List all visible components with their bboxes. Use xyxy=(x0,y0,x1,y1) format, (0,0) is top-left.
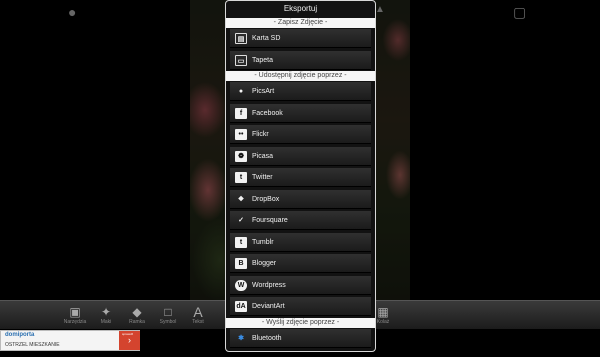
export-option-bluetooth[interactable]: ✱ Bluetooth xyxy=(230,328,371,348)
ad-text: OSTRZEL MIESZKANIE xyxy=(5,342,60,348)
section-share-header: - Udostępnij zdjęcie poprzez - xyxy=(226,71,375,81)
export-option-wallpaper[interactable]: ▭ Tapeta xyxy=(230,50,371,70)
ad-cta-caption: sprawdź xyxy=(122,332,134,336)
speech-bubble-icon: □ xyxy=(164,305,172,319)
export-option-foursquare[interactable]: ✓ Foursquare xyxy=(230,211,371,230)
export-icon[interactable]: ▢ xyxy=(513,4,529,20)
flickr-icon: •• xyxy=(235,129,247,140)
foursquare-icon: ✓ xyxy=(238,217,244,224)
crop-icon: ▣ xyxy=(69,305,81,319)
export-option-facebook[interactable]: f Facebook xyxy=(230,103,371,123)
ad-brand: domiporta xyxy=(5,332,35,338)
export-option-sd-card[interactable]: ▤ Karta SD xyxy=(230,29,371,48)
tool-ramka[interactable]: ◆ Ramka xyxy=(120,305,154,326)
tool-maki[interactable]: ✦ Maki xyxy=(89,305,123,326)
bluetooth-icon: ✱ xyxy=(238,334,244,342)
text-icon: A xyxy=(193,304,203,320)
section-save-header: - Zapisz Zdjęcie - xyxy=(226,18,375,28)
tool-narzedzia[interactable]: ▣ Narzędzia xyxy=(58,305,92,326)
export-option-picasa[interactable]: ❁ Picasa xyxy=(230,146,371,166)
picsart-logo-icon[interactable]: ● xyxy=(68,4,84,20)
app-screen: ● ▲ ▢ ▣ Narzędzia ✦ Maki ◆ Ramka □ Symbo… xyxy=(0,0,600,357)
sd-card-icon: ▤ xyxy=(235,33,247,44)
tool-tekst[interactable]: A Tekst xyxy=(181,305,215,326)
picasa-icon: ❁ xyxy=(235,150,247,162)
chevron-right-icon: › xyxy=(128,335,131,345)
export-option-tumblr[interactable]: t Tumblr xyxy=(230,232,371,252)
twitter-icon: t xyxy=(235,172,247,183)
export-option-flickr[interactable]: •• Flickr xyxy=(230,125,371,144)
monitor-icon: ▭ xyxy=(235,54,247,66)
export-option-deviantart[interactable]: dA DeviantArt xyxy=(230,297,371,316)
deviantart-icon: dA xyxy=(235,301,247,312)
ad-banner[interactable]: domiporta OSTRZEL MIESZKANIE › sprawdź xyxy=(0,330,140,351)
export-option-twitter[interactable]: t Twitter xyxy=(230,168,371,187)
magic-wand-icon: ✦ xyxy=(100,305,112,319)
dropbox-icon: ❖ xyxy=(237,195,245,203)
facebook-icon: f xyxy=(235,107,247,119)
export-option-dropbox[interactable]: ❖ DropBox xyxy=(230,189,371,209)
dialog-title: Eksportuj xyxy=(283,4,318,13)
pin-icon: ▲ xyxy=(375,4,385,15)
picsart-icon: ● xyxy=(238,88,244,95)
export-option-blogger[interactable]: B Blogger xyxy=(230,254,371,273)
tool-symbol[interactable]: □ Symbol xyxy=(151,305,185,326)
blogger-icon: B xyxy=(235,258,247,269)
export-option-picsart[interactable]: ● PicsArt xyxy=(230,82,371,101)
frame-icon: ◆ xyxy=(132,305,142,319)
section-send-header: - Wyślij zdjęcie poprzez - xyxy=(226,317,375,328)
export-dialog: Eksportuj - Zapisz Zdjęcie - ▤ Karta SD … xyxy=(225,0,376,352)
tumblr-icon: t xyxy=(235,236,247,248)
wordpress-icon: W xyxy=(235,279,247,291)
export-option-wordpress[interactable]: W Wordpress xyxy=(230,275,371,295)
